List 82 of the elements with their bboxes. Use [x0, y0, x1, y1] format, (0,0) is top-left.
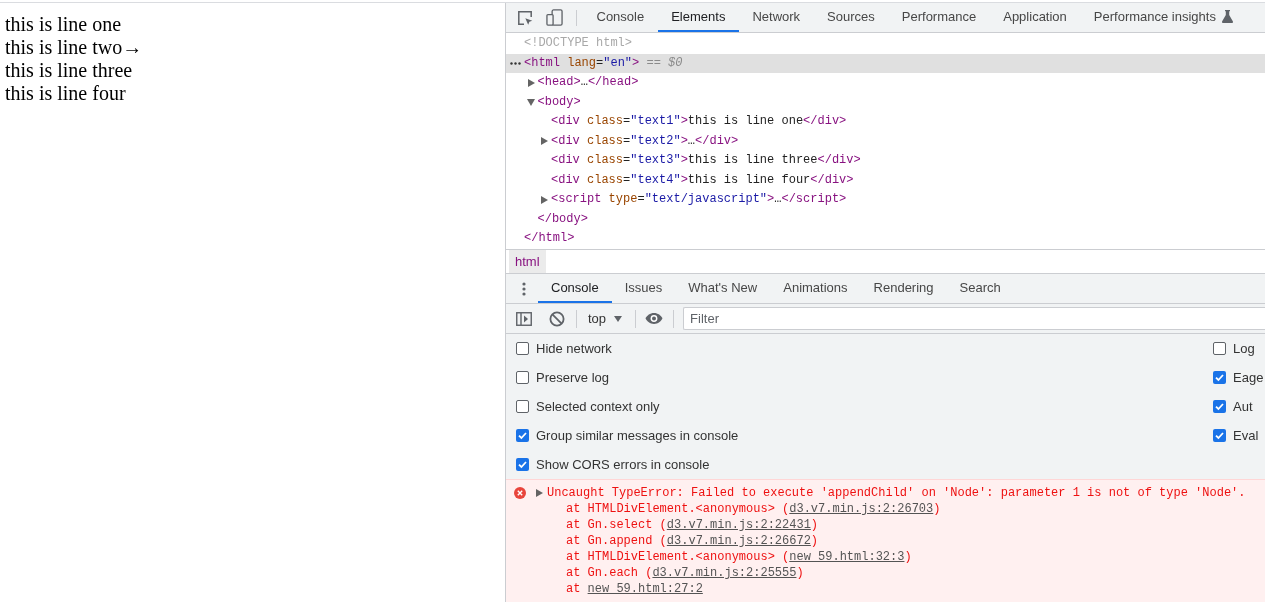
checkbox-label: Eval [1233, 426, 1259, 445]
caret-icon [614, 315, 623, 322]
dom-node-markup: <div class="text2">…</div> [551, 132, 739, 150]
collapsed-triangle-icon[interactable] [536, 489, 543, 497]
checkbox[interactable] [516, 429, 529, 442]
dom-tree-row[interactable]: <div class="text2">…</div> [506, 131, 1265, 151]
stack-frame: at HTMLDivElement.<anonymous> (new 59.html:32:3) [566, 549, 912, 565]
sidebar-toggle-icon[interactable] [516, 311, 532, 326]
dom-tree-row[interactable]: <body> [506, 92, 1265, 112]
stack-frame: at Gn.each (d3.v7.min.js:2:25555) [566, 565, 804, 581]
stack-frame: at HTMLDivElement.<anonymous> (d3.v7.min.js:2:26703) [566, 501, 941, 517]
checkbox-label: Group similar messages in console [536, 426, 739, 445]
page-text-line: this is line two→ [5, 36, 143, 59]
panel-tab[interactable]: Performance insights [1080, 3, 1247, 32]
filter-field[interactable]: Filter [683, 307, 1265, 330]
drawer-tab[interactable]: Animations [770, 274, 861, 303]
checkbox[interactable] [1213, 342, 1226, 355]
dom-tree-row[interactable]: <div class="text3">this is line three</div> [506, 151, 1265, 171]
checkbox[interactable] [516, 458, 529, 471]
checkbox-label: Selected context only [536, 397, 660, 416]
checkbox-label: Log [1233, 339, 1255, 358]
page-text-line: this is line one [5, 13, 122, 36]
expanded-triangle-icon[interactable] [526, 98, 535, 106]
drawer-tab[interactable]: Rendering [860, 274, 947, 303]
checkbox[interactable] [516, 400, 529, 413]
page-text-line: this is line three [5, 59, 133, 82]
dom-closing-tag: </body> [537, 209, 588, 229]
dom-tree-row[interactable]: <html lang="en"> == $0 [506, 53, 1265, 73]
context-selector[interactable]: top [583, 307, 628, 330]
dom-tree-row[interactable]: <div class="text1">this is line one</div> [506, 112, 1265, 132]
panel-tab[interactable]: Network [738, 3, 814, 32]
drawer-tab[interactable]: Issues [611, 274, 676, 303]
dom-tree-row[interactable]: <div class="text4">this is line four</div> [506, 170, 1265, 190]
checkbox[interactable] [516, 342, 529, 355]
drawer-tab[interactable]: What's New [675, 274, 771, 303]
dom-node-markup: <script type="text/javascript">…</script> [551, 191, 847, 208]
dom-tree-row[interactable]: <head>…</head> [506, 73, 1265, 93]
dom-closing-tag: </html> [524, 229, 575, 249]
checkbox-label: Preserve log [536, 368, 609, 387]
source-link[interactable]: new 59.html:32:3 [789, 550, 905, 564]
dom-tree-row[interactable]: <script type="text/javascript">…</script> [506, 190, 1265, 210]
error-text: Uncaught TypeError: Failed to execute 'appendChild' on 'Node': parameter 1 is not of type 'Node'. [547, 485, 1246, 501]
collapsed-triangle-icon[interactable] [541, 137, 548, 146]
cursor-box-icon[interactable] [517, 9, 533, 26]
dom-node-markup: <div class="text4">this is line four</div> [551, 171, 854, 189]
checkbox-label: Aut [1233, 397, 1253, 416]
dom-node-markup: <div class="text1">this is line one</div> [551, 113, 847, 130]
panel-tab[interactable]: Performance [888, 3, 990, 32]
dom-node-markup: <!DOCTYPE html> [524, 35, 633, 52]
source-link[interactable]: d3.v7.min.js:2:26672 [666, 534, 811, 548]
dom-node-markup: <html lang="en"> == $0 [524, 54, 683, 72]
collapsed-triangle-icon[interactable] [527, 78, 535, 87]
panel-tab[interactable]: Application [989, 3, 1081, 32]
kebab-menu-icon[interactable] [522, 281, 526, 296]
dom-node-markup: <div class="text3">this is line three</div> [551, 152, 861, 169]
panel-tab[interactable]: Sources [813, 3, 889, 32]
checkbox-label: Hide network [536, 339, 612, 358]
more-dots-icon[interactable] [510, 61, 521, 65]
breadcrumb[interactable]: html [509, 250, 546, 273]
checkbox[interactable] [1213, 429, 1226, 442]
stack-frame: at Gn.append (d3.v7.min.js:2:26672) [566, 533, 819, 549]
clear-console-icon[interactable] [549, 310, 565, 327]
stack-frame: at Gn.select (d3.v7.min.js:2:22431) [566, 517, 819, 533]
source-link[interactable]: d3.v7.min.js:2:22431 [666, 518, 811, 532]
checkbox[interactable] [516, 371, 529, 384]
checkbox-label: Eage [1233, 368, 1264, 387]
drawer-tab[interactable]: Search [946, 274, 1014, 303]
dom-node-markup: <head>…</head> [537, 74, 639, 91]
error-icon [514, 487, 526, 499]
mobile-devices-icon[interactable] [546, 9, 563, 26]
collapsed-triangle-icon[interactable] [541, 195, 548, 204]
page-text-line: this is line four [5, 82, 126, 105]
panel-tab[interactable]: Console [583, 3, 658, 32]
source-link[interactable]: d3.v7.min.js:2:26703 [789, 502, 934, 516]
checkbox[interactable] [1213, 371, 1226, 384]
stack-frame: at new 59.html:27:2 [566, 581, 703, 597]
checkbox[interactable] [1213, 400, 1226, 413]
source-link[interactable]: d3.v7.min.js:2:25555 [652, 566, 797, 580]
eye-icon[interactable] [645, 312, 664, 325]
source-link[interactable]: new 59.html:27:2 [587, 582, 703, 596]
checkbox-label: Show CORS errors in console [536, 455, 710, 474]
dom-node-markup: <body> [537, 93, 581, 111]
